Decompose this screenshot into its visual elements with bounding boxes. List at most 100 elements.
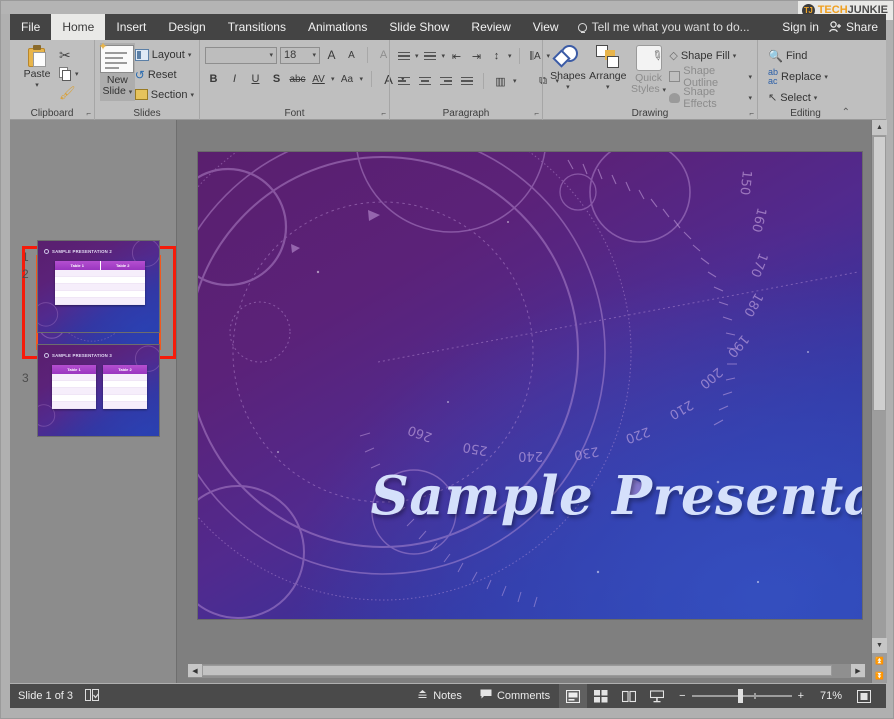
sign-in-button[interactable]: Sign in (782, 20, 819, 34)
fit-to-window-button[interactable] (850, 684, 878, 708)
zoom-out-button[interactable]: − (679, 690, 685, 702)
cut-button[interactable]: ✂ (59, 45, 79, 64)
chevron-down-icon[interactable]: ▾ (415, 52, 419, 60)
chevron-down-icon[interactable]: ▾ (312, 51, 316, 59)
zoom-control[interactable]: − + 71% (671, 689, 850, 703)
accessibility-checker-icon[interactable] (85, 688, 100, 704)
chevron-down-icon[interactable]: ▾ (566, 82, 570, 93)
chevron-down-icon[interactable]: ▾ (749, 73, 753, 81)
tab-design[interactable]: Design (157, 14, 216, 40)
tab-view[interactable]: View (522, 14, 570, 40)
drawing-dialog-launcher[interactable]: ⌐ (749, 109, 754, 118)
scroll-down-button[interactable]: ▼ (872, 638, 887, 653)
slide-sorter-view-button[interactable] (587, 684, 615, 708)
copy-button[interactable]: ▾ (59, 64, 79, 83)
chevron-down-icon[interactable]: ▾ (129, 89, 133, 96)
bullets-button[interactable] (395, 47, 412, 65)
slide-thumbnail-pane[interactable]: 1 Sample Presentation (10, 120, 177, 683)
chevron-down-icon[interactable]: ▾ (269, 51, 273, 59)
text-direction-button[interactable]: ⫼A (527, 47, 544, 65)
tab-transitions[interactable]: Transitions (217, 14, 297, 40)
slide-title-text[interactable]: Sample Presentation (371, 465, 862, 527)
chevron-down-icon[interactable]: ▾ (35, 80, 39, 91)
change-case-button[interactable]: Aa (339, 70, 356, 88)
reading-view-button[interactable] (615, 684, 643, 708)
shape-outline-button[interactable]: Shape Outline ▾ (669, 65, 753, 89)
underline-button[interactable]: U (247, 70, 264, 88)
paste-button[interactable]: Paste ▾ (15, 43, 59, 91)
zoom-slider-track[interactable] (691, 689, 792, 703)
zoom-in-button[interactable]: + (798, 690, 804, 702)
scroll-right-button[interactable]: ▶ (851, 664, 865, 677)
select-button[interactable]: ↖ Select ▾ (768, 88, 828, 107)
decrease-indent-button[interactable]: ⇤ (448, 47, 465, 65)
shape-effects-button[interactable]: Shape Effects ▾ (669, 86, 753, 110)
chevron-down-icon[interactable]: ▾ (513, 77, 517, 85)
horizontal-scroll-thumb[interactable] (202, 665, 832, 676)
vertical-scrollbar[interactable]: ▲ ▼ ⏫ ⏬ (871, 120, 887, 683)
strikethrough-button[interactable]: abc (289, 70, 306, 88)
section-button[interactable]: Section ▾ (134, 85, 194, 104)
italic-button[interactable]: I (226, 70, 243, 88)
collapse-ribbon-button[interactable]: ⌃ (842, 107, 850, 118)
bold-button[interactable]: B (205, 70, 222, 88)
paragraph-dialog-launcher[interactable]: ⌐ (534, 109, 539, 118)
format-painter-button[interactable]: 🖌 (59, 83, 79, 102)
slide-show-view-button[interactable] (643, 684, 671, 708)
tab-file[interactable]: File (10, 14, 51, 40)
reset-button[interactable]: ↺ Reset (135, 65, 194, 84)
align-left-button[interactable] (395, 72, 412, 90)
zoom-slider-thumb[interactable] (737, 689, 743, 703)
chevron-down-icon[interactable]: ▾ (733, 52, 737, 60)
replace-button[interactable]: ab ac Replace ▾ (768, 67, 828, 86)
normal-view-button[interactable] (559, 684, 588, 708)
zoom-percentage[interactable]: 71% (810, 690, 842, 702)
align-right-button[interactable] (437, 72, 454, 90)
previous-slide-button[interactable]: ⏫ (872, 653, 887, 668)
find-button[interactable]: 🔍 Find (768, 46, 828, 65)
increase-font-size-button[interactable]: A (323, 46, 340, 64)
layout-button[interactable]: Layout ▾ (134, 45, 194, 64)
chevron-down-icon[interactable]: ▾ (360, 75, 364, 83)
slide-counter[interactable]: Slide 1 of 3 (18, 690, 73, 702)
increase-indent-button[interactable]: ⇥ (468, 47, 485, 65)
font-size-input[interactable]: 18 ▾ (280, 46, 320, 64)
horizontal-scrollbar[interactable]: ◀ ▶ (188, 664, 865, 678)
tab-insert[interactable]: Insert (105, 14, 157, 40)
tab-review[interactable]: Review (460, 14, 521, 40)
line-spacing-button[interactable]: ↕ (488, 47, 505, 65)
quick-styles-button[interactable]: ✎ Quick Styles ▾ (628, 43, 670, 96)
clipboard-dialog-launcher[interactable]: ⌐ (86, 109, 91, 118)
tab-slide-show[interactable]: Slide Show (378, 14, 460, 40)
vertical-scroll-thumb[interactable] (873, 136, 886, 411)
chevron-down-icon[interactable]: ▾ (606, 82, 610, 93)
character-spacing-button[interactable]: AV (310, 70, 327, 88)
decrease-font-size-button[interactable]: A (343, 46, 360, 64)
share-button[interactable]: Share (829, 20, 878, 34)
current-slide-canvas[interactable]: 150 160 170 180 190 200 210 220 230 240 … (198, 152, 862, 619)
chevron-down-icon[interactable]: ▾ (331, 75, 335, 83)
numbering-button[interactable] (422, 47, 439, 65)
chevron-down-icon[interactable]: ▾ (188, 51, 192, 59)
scroll-left-button[interactable]: ◀ (188, 664, 202, 677)
shape-fill-button[interactable]: ◇ Shape Fill ▾ (669, 46, 752, 65)
chevron-down-icon[interactable]: ▾ (814, 94, 818, 102)
chevron-down-icon[interactable]: ▾ (442, 52, 446, 60)
justify-button[interactable] (458, 72, 475, 90)
shapes-button[interactable]: Shapes ▾ (548, 43, 588, 93)
chevron-down-icon[interactable]: ▾ (749, 94, 753, 102)
columns-button[interactable]: ▥ (492, 72, 509, 90)
chevron-down-icon[interactable]: ▾ (190, 91, 194, 99)
scroll-up-button[interactable]: ▲ (872, 120, 887, 135)
text-shadow-button[interactable]: S (268, 70, 285, 88)
chevron-down-icon[interactable]: ▾ (75, 70, 79, 78)
new-slide-button[interactable]: ✦ New Slide ▾ (98, 42, 135, 101)
slide-thumbnail-2[interactable]: SAMPLE PRESENTATION 2 Table 1 Table 2 (37, 240, 160, 333)
comments-button[interactable]: Comments (471, 684, 559, 708)
next-slide-button[interactable]: ⏬ (872, 668, 887, 683)
notes-button[interactable]: Notes (408, 684, 471, 708)
font-name-input[interactable]: ▾ (205, 46, 277, 64)
tell-me-search[interactable]: Tell me what you want to do... (570, 14, 758, 40)
tab-home[interactable]: Home (51, 14, 106, 40)
tab-animations[interactable]: Animations (297, 14, 378, 40)
